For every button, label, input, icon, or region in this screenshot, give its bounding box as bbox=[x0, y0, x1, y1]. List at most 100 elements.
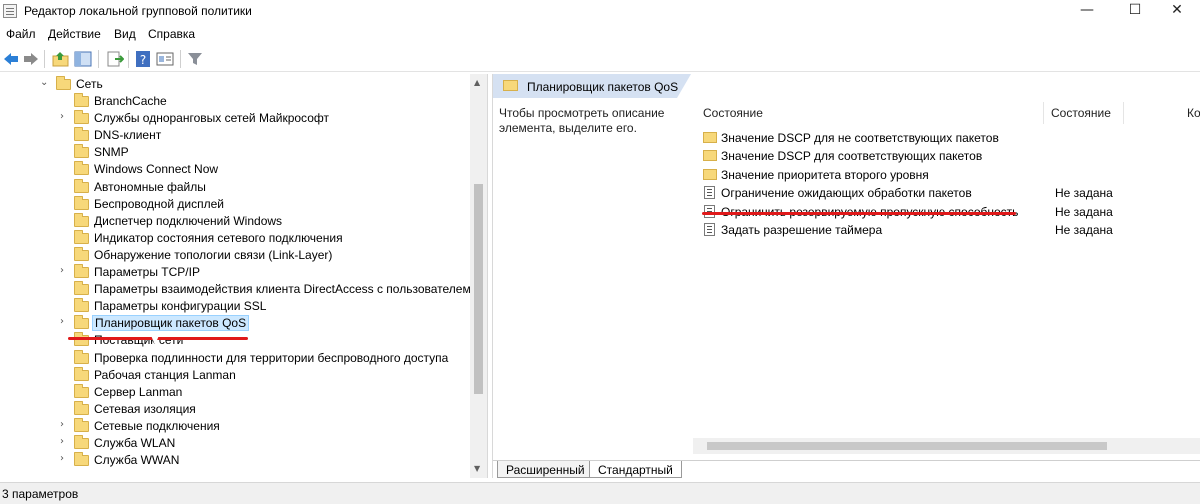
scrollbar-thumb[interactable] bbox=[707, 442, 1107, 450]
folder-icon bbox=[74, 144, 89, 159]
svg-text:?: ? bbox=[140, 53, 146, 67]
menu-view[interactable]: Вид bbox=[114, 27, 136, 41]
back-icon[interactable] bbox=[2, 50, 20, 68]
export-list-icon[interactable] bbox=[106, 50, 124, 68]
tree-item-label: Служба WLAN bbox=[94, 436, 176, 450]
tree-item[interactable]: › Планировщик пакетов QoS bbox=[0, 315, 470, 332]
folder-icon bbox=[74, 195, 89, 210]
list-horizontal-scrollbar[interactable] bbox=[693, 438, 1200, 454]
menu-file[interactable]: Файл bbox=[6, 27, 36, 41]
column-header-setting[interactable]: Состояние bbox=[703, 106, 763, 120]
tree-item[interactable]: Рабочая станция Lanman bbox=[0, 366, 470, 384]
folder-icon bbox=[74, 178, 89, 193]
up-folder-icon[interactable] bbox=[52, 50, 70, 68]
chevron-right-icon[interactable]: › bbox=[60, 453, 64, 464]
close-button[interactable]: ✕ bbox=[1154, 0, 1200, 22]
tree-item-label: Windows Connect Now bbox=[94, 162, 219, 177]
menu-bar: Файл Действие Вид Справка bbox=[0, 24, 1200, 44]
folder-icon bbox=[74, 246, 89, 261]
policy-setting-icon bbox=[704, 186, 715, 200]
folder-icon bbox=[74, 127, 89, 142]
chevron-right-icon[interactable]: › bbox=[60, 316, 64, 327]
filter-icon[interactable] bbox=[186, 50, 204, 68]
tree-item[interactable]: › Служба WWAN bbox=[0, 452, 470, 469]
tree-item[interactable]: › Параметры TCP/IP bbox=[0, 264, 470, 281]
setting-state: Не задана bbox=[1055, 223, 1113, 237]
tree-item[interactable]: Сервер Lanman bbox=[0, 383, 470, 401]
tree-item[interactable]: Windows Connect Now bbox=[0, 161, 470, 178]
setting-state: Не задана bbox=[1055, 186, 1113, 201]
chevron-right-icon[interactable]: › bbox=[60, 265, 64, 276]
details-header: Планировщик пакетов QoS bbox=[493, 74, 1200, 98]
chevron-down-icon[interactable]: ⌄ bbox=[40, 77, 48, 88]
menu-action[interactable]: Действие bbox=[48, 27, 101, 41]
tab-standard[interactable]: Стандартный bbox=[589, 461, 682, 478]
folder-icon bbox=[74, 417, 89, 432]
chevron-right-icon[interactable]: › bbox=[60, 111, 64, 122]
setting-name: Ограничение ожидающих обработки пакетов bbox=[721, 186, 972, 201]
tree-item[interactable]: SNMP bbox=[0, 144, 470, 161]
column-header-comment[interactable]: Ко bbox=[1187, 106, 1200, 120]
scrollbar-thumb[interactable] bbox=[474, 184, 483, 394]
tree-item-label: Индикатор состояния сетевого подключения bbox=[94, 230, 343, 245]
tree-item[interactable]: Автономные файлы bbox=[0, 178, 470, 196]
folder-icon bbox=[74, 383, 89, 398]
chevron-right-icon[interactable]: › bbox=[60, 436, 64, 447]
tree-item-label: Поставщик сети bbox=[94, 333, 184, 348]
show-hide-tree-icon[interactable] bbox=[74, 50, 92, 68]
folder-icon bbox=[74, 435, 89, 449]
tree-item[interactable]: › Службы одноранговых сетей Майкрософт bbox=[0, 110, 470, 127]
tree-item[interactable]: Параметры конфигурации SSL bbox=[0, 298, 470, 315]
details-pane: Планировщик пакетов QoS Чтобы просмотрет… bbox=[492, 74, 1200, 478]
forward-icon[interactable] bbox=[22, 50, 40, 68]
tree-item-label: Беспроводной дисплей bbox=[94, 196, 224, 211]
settings-list: Состояние Состояние Ко Значение DSCP для… bbox=[693, 100, 1200, 460]
scroll-down-arrow-icon[interactable]: ▼ bbox=[474, 464, 480, 473]
tree-item-label: Параметры конфигурации SSL bbox=[94, 299, 267, 314]
tree-scrollbar[interactable]: ▲ ▼ bbox=[470, 74, 487, 478]
list-item-folder[interactable]: Значение DSCP для не соответствующих пак… bbox=[701, 129, 1200, 147]
tree-item[interactable]: Поставщик сети bbox=[0, 332, 470, 349]
list-item-setting[interactable]: Задать разрешение таймера Не задана bbox=[701, 221, 1200, 239]
tree-item[interactable]: DNS-клиент bbox=[0, 127, 470, 144]
maximize-button[interactable]: ☐ bbox=[1112, 0, 1158, 22]
tree-item-network[interactable]: ⌄ Сеть bbox=[0, 76, 470, 93]
menu-help[interactable]: Справка bbox=[148, 27, 195, 41]
tree-item[interactable]: Параметры взаимодействия клиента DirectA… bbox=[0, 281, 471, 298]
tree-item-label: SNMP bbox=[94, 145, 129, 160]
column-header-state[interactable]: Состояние bbox=[1051, 106, 1111, 120]
folder-icon bbox=[74, 400, 89, 415]
column-separator[interactable] bbox=[1123, 102, 1124, 124]
tree-item[interactable]: › Сетевые подключения bbox=[0, 417, 470, 435]
view-tabs: Расширенный Стандартный bbox=[493, 460, 1200, 478]
tree-item-label: Сетевые подключения bbox=[94, 418, 220, 433]
tree-item-label: Параметры взаимодействия клиента DirectA… bbox=[94, 282, 471, 297]
tree-item[interactable]: Сетевая изоляция bbox=[0, 400, 470, 418]
tree-item[interactable]: BranchCache bbox=[0, 93, 470, 110]
tree-item[interactable]: › Служба WLAN bbox=[0, 435, 470, 452]
tree-item[interactable]: Индикатор состояния сетевого подключения bbox=[0, 229, 470, 247]
tree-item-label: Сетевая изоляция bbox=[94, 401, 196, 416]
policy-tree: ⌄ Сеть BranchCache › Службы одноранговых с… bbox=[0, 74, 488, 478]
tree-item-label: Проверка подлинности для территории бесп… bbox=[94, 350, 449, 365]
help-icon[interactable]: ? bbox=[134, 50, 152, 68]
list-item-setting[interactable]: Ограничение ожидающих обработки пакетов Н… bbox=[701, 184, 1200, 202]
setting-name: Значение приоритета второго уровня bbox=[721, 167, 929, 182]
policy-setting-icon bbox=[704, 223, 715, 236]
status-bar: 3 параметров bbox=[0, 482, 1200, 504]
tree-item[interactable]: Диспетчер подключений Windows bbox=[0, 212, 470, 230]
tree-item-label: Планировщик пакетов QoS bbox=[92, 315, 250, 332]
column-separator[interactable] bbox=[1043, 102, 1044, 124]
list-item-folder[interactable]: Значение DSCP для соответствующих пакето… bbox=[701, 147, 1200, 165]
minimize-button[interactable]: — bbox=[1064, 0, 1110, 22]
app-icon bbox=[3, 4, 17, 18]
scroll-up-arrow-icon[interactable]: ▲ bbox=[474, 78, 480, 87]
tree-item[interactable]: Беспроводной дисплей bbox=[0, 195, 470, 213]
properties-icon[interactable] bbox=[156, 50, 174, 68]
tree-item[interactable]: Проверка подлинности для территории бесп… bbox=[0, 349, 470, 367]
tab-extended[interactable]: Расширенный bbox=[497, 461, 594, 478]
toolbar-separator bbox=[98, 50, 99, 68]
chevron-right-icon[interactable]: › bbox=[60, 419, 64, 430]
tree-item[interactable]: Обнаружение топологии связи (Link-Layer) bbox=[0, 246, 470, 264]
list-item-folder[interactable]: Значение приоритета второго уровня bbox=[701, 166, 1200, 184]
